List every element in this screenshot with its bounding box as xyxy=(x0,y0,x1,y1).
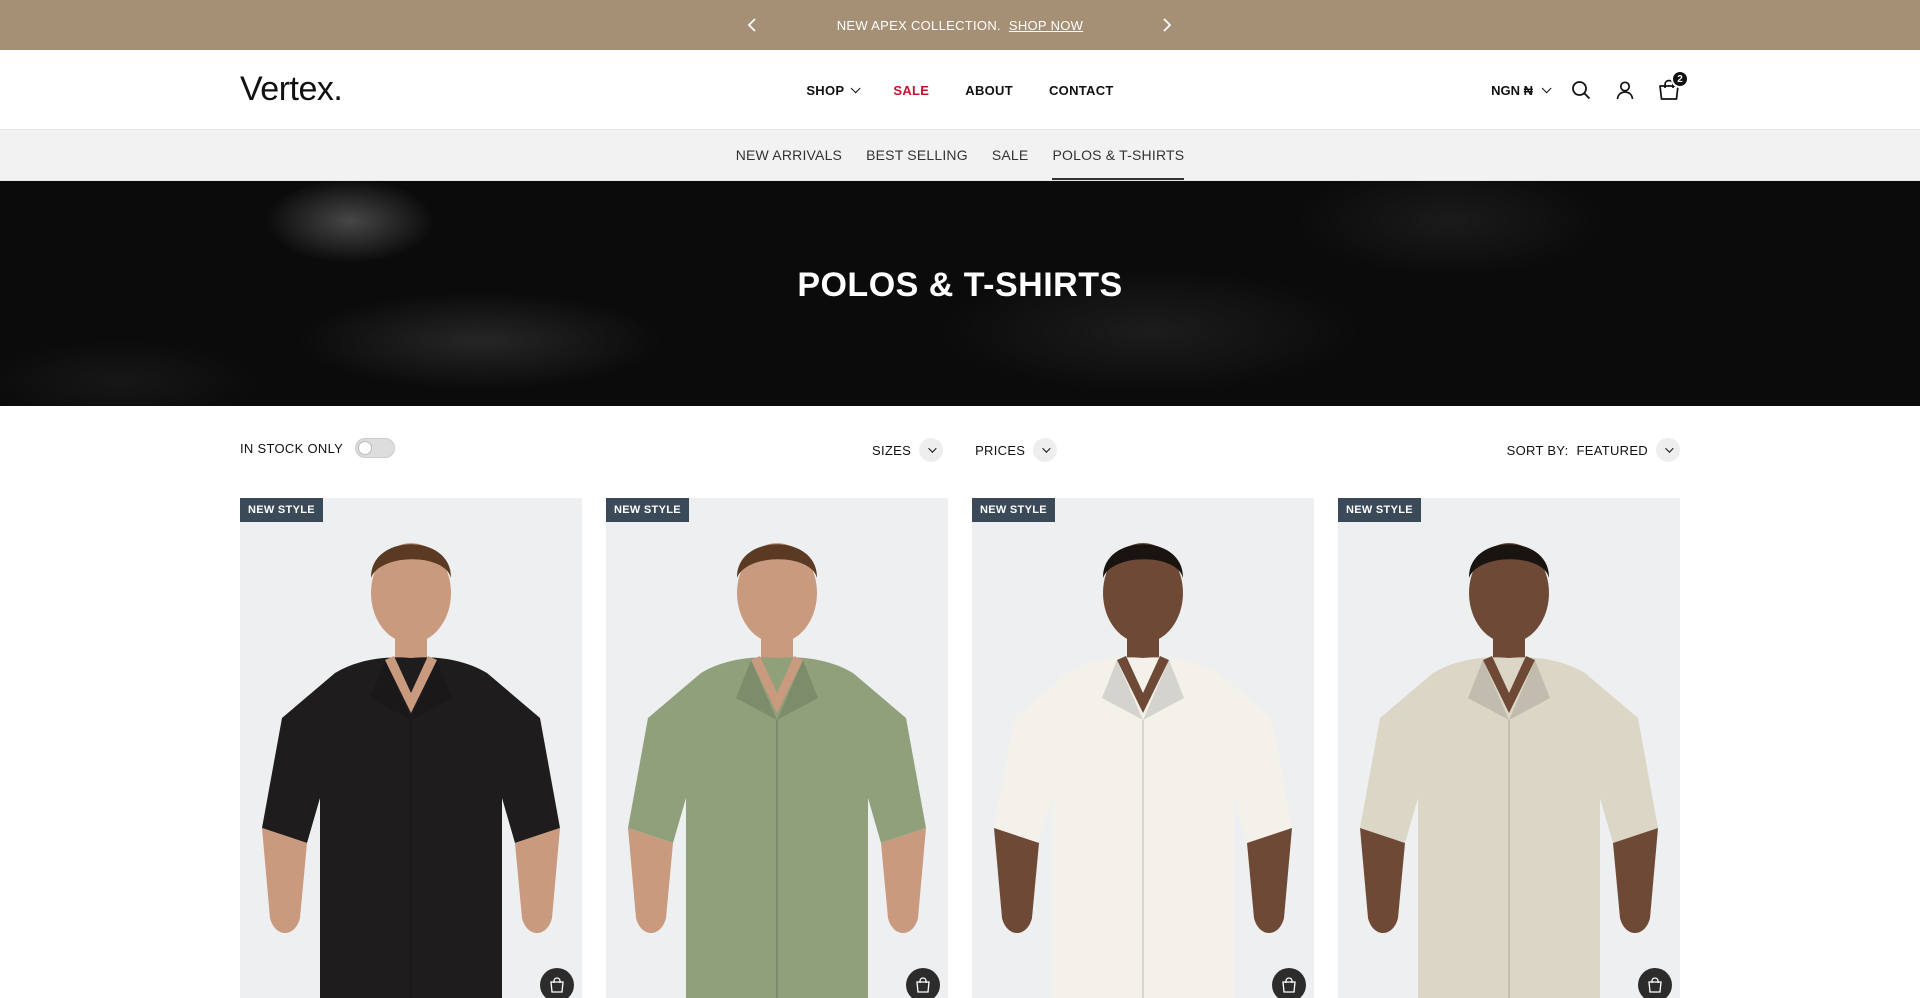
quick-add-bag-icon[interactable] xyxy=(540,968,574,998)
product-card[interactable]: NEW STYLE xyxy=(240,498,582,998)
new-style-badge: NEW STYLE xyxy=(1338,498,1421,522)
sort-value: FEATURED xyxy=(1576,442,1648,458)
in-stock-filter: IN STOCK ONLY xyxy=(240,438,396,458)
product-image xyxy=(262,543,560,998)
sort-label: SORT BY: xyxy=(1506,442,1569,458)
nav-about[interactable]: ABOUT xyxy=(965,83,1013,98)
nav-sale[interactable]: SALE xyxy=(893,83,929,98)
subnav-sale[interactable]: SALE xyxy=(992,130,1029,180)
chevron-right-icon[interactable] xyxy=(1157,15,1177,35)
sort-control: SORT BY: FEATURED xyxy=(1507,438,1680,462)
product-card[interactable]: NEW STYLE xyxy=(606,498,948,998)
currency-label: NGN ₦ xyxy=(1491,82,1533,98)
toggle-knob xyxy=(358,441,373,455)
facet-filters: SIZES PRICES xyxy=(872,438,1058,462)
nav-shop[interactable]: SHOP xyxy=(806,82,861,98)
prices-filter-button[interactable]: PRICES xyxy=(975,438,1058,462)
page-title: POLOS & T-SHIRTS xyxy=(797,266,1123,304)
currency-selector[interactable]: NGN ₦ xyxy=(1491,82,1552,98)
announcement-message: NEW APEX COLLECTION. SHOP NOW xyxy=(837,18,1084,33)
chevron-down-icon xyxy=(919,438,944,462)
account-icon[interactable] xyxy=(1614,79,1636,101)
product-image xyxy=(994,543,1292,998)
new-style-badge: NEW STYLE xyxy=(240,498,323,522)
announcement-text: NEW APEX COLLECTION. xyxy=(836,17,1001,33)
chevron-down-icon xyxy=(1656,438,1680,462)
chevron-left-icon[interactable] xyxy=(742,15,762,35)
new-style-badge: NEW STYLE xyxy=(972,498,1055,522)
sizes-label: SIZES xyxy=(872,442,912,458)
quick-add-bag-icon[interactable] xyxy=(1638,968,1672,998)
sub-nav: NEW ARRIVALS BEST SELLING SALE POLOS & T… xyxy=(0,130,1920,181)
subnav-new-arrivals[interactable]: NEW ARRIVALS xyxy=(736,130,842,180)
collection-hero-banner: POLOS & T-SHIRTS xyxy=(0,181,1920,406)
shop-now-link[interactable]: SHOP NOW xyxy=(1009,18,1083,33)
new-style-badge: NEW STYLE xyxy=(606,498,689,522)
announcement-bar: NEW APEX COLLECTION. SHOP NOW xyxy=(0,0,1920,50)
nav-shop-label: SHOP xyxy=(806,82,845,98)
quick-add-bag-icon[interactable] xyxy=(906,968,940,998)
quick-add-bag-icon[interactable] xyxy=(1272,968,1306,998)
product-image xyxy=(1360,543,1658,998)
cart-count-badge: 2 xyxy=(1671,70,1689,88)
header-actions: NGN ₦ 2 xyxy=(1491,50,1689,130)
cart-icon[interactable]: 2 xyxy=(1658,70,1689,101)
product-card[interactable]: NEW STYLE xyxy=(1338,498,1680,998)
product-grid: NEW STYLE NEW STYLE NEW STYLE NEW STYLE xyxy=(240,498,1680,998)
sort-dropdown[interactable]: FEATURED xyxy=(1576,438,1680,462)
logo[interactable]: Vertex. xyxy=(240,70,343,109)
site-header: Vertex. SHOP SALE ABOUT CONTACT NGN ₦ 2 xyxy=(0,50,1920,130)
in-stock-toggle[interactable] xyxy=(355,438,396,458)
sizes-filter-button[interactable]: SIZES xyxy=(872,438,944,462)
chevron-down-icon xyxy=(851,82,861,93)
chevron-down-icon xyxy=(1541,82,1552,93)
filter-bar: IN STOCK ONLY SIZES PRICES SORT BY: FEAT… xyxy=(0,406,1920,496)
nav-contact[interactable]: CONTACT xyxy=(1049,83,1114,98)
chevron-down-icon xyxy=(1033,438,1058,462)
search-icon[interactable] xyxy=(1570,79,1592,101)
subnav-polos-tshirts[interactable]: POLOS & T-SHIRTS xyxy=(1052,130,1185,180)
subnav-best-selling[interactable]: BEST SELLING xyxy=(866,130,968,180)
product-card[interactable]: NEW STYLE xyxy=(972,498,1314,998)
prices-label: PRICES xyxy=(975,442,1026,458)
in-stock-label: IN STOCK ONLY xyxy=(240,440,344,456)
product-image xyxy=(628,543,926,998)
